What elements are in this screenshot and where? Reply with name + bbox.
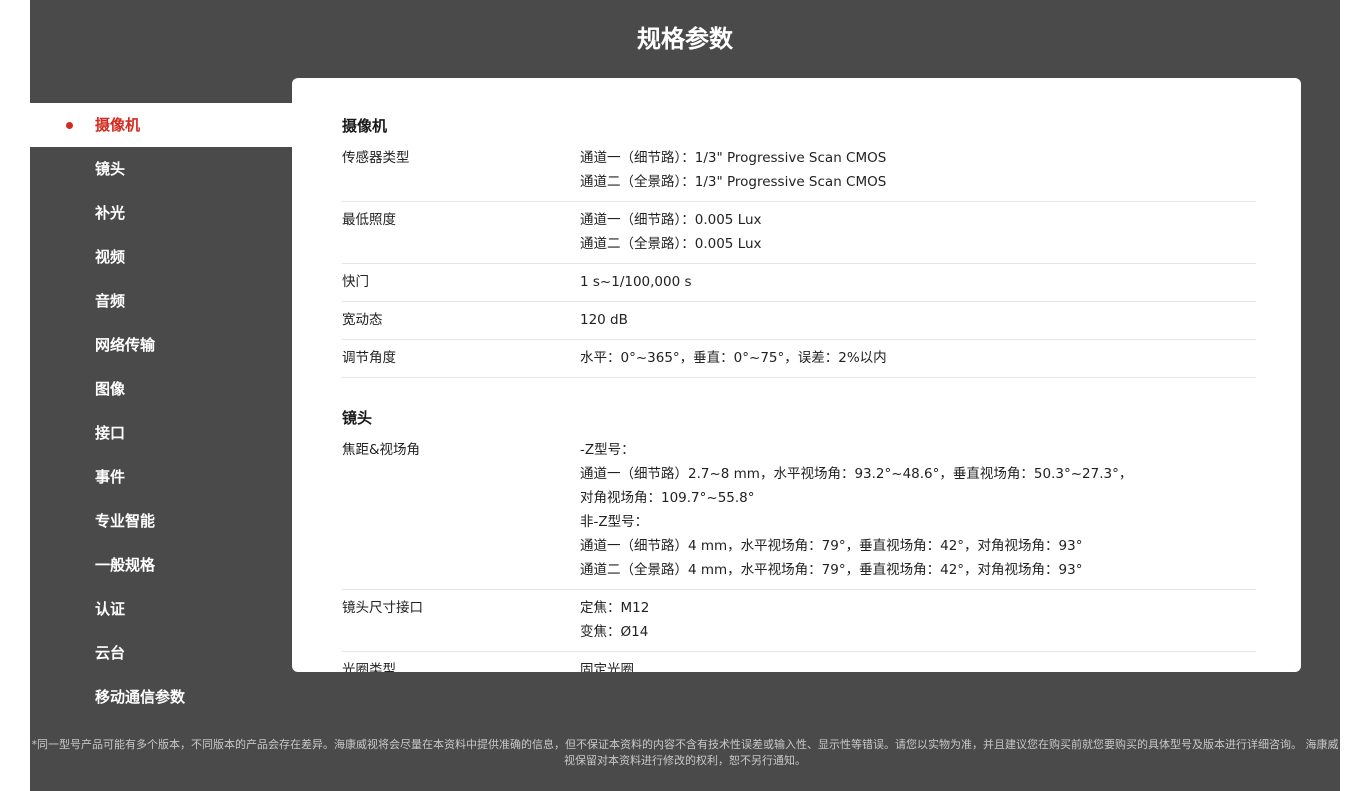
spec-value-line: 通道一（细节路）：1/3" Progressive Scan CMOS (580, 150, 887, 166)
spec-value-line: 水平：0°~365°，垂直：0°~75°，误差：2%以内 (580, 350, 887, 366)
section-title: 镜头 (342, 409, 373, 427)
sidebar-item[interactable]: 镜头 (30, 147, 292, 191)
spec-row: 快门 1 s~1/100,000 s (342, 264, 1256, 302)
spec-label: 镜头尺寸接口 (342, 600, 423, 616)
spec-values: 1 s~1/100,000 s (580, 270, 1256, 294)
sidebar-item[interactable]: 音频 (30, 279, 292, 323)
page-title: 规格参数 (637, 25, 733, 53)
sidebar-item[interactable]: 事件 (30, 455, 292, 499)
sidebar-item[interactable]: 补光 (30, 191, 292, 235)
spec-label: 最低照度 (342, 212, 396, 228)
spec-row: 光圈类型 固定光圈 (342, 652, 1256, 672)
sidebar-item-label: 专业智能 (95, 512, 156, 530)
spec-value-line: 通道一（细节路）2.7~8 mm，水平视场角：93.2°~48.6°，垂直视场角… (580, 466, 1133, 482)
spec-value-line: 通道二（全景路）4 mm，水平视场角：79°，垂直视场角：42°，对角视场角：9… (580, 562, 1083, 578)
spec-label: 焦距&视场角 (342, 442, 421, 458)
sidebar-item[interactable]: 认证 (30, 587, 292, 631)
sidebar-item-label: 云台 (95, 644, 126, 662)
spec-value-line: -Z型号： (580, 442, 635, 458)
spec-value-line: 通道二（全景路）：1/3" Progressive Scan CMOS (580, 174, 887, 190)
spec-label: 传感器类型 (342, 150, 410, 166)
spec-label: 快门 (342, 274, 369, 290)
sidebar-item-label: 图像 (95, 380, 126, 398)
spec-values: 定焦：M12 变焦：Ø14 (580, 596, 1256, 644)
spec-value-line: 通道一（细节路）：0.005 Lux (580, 212, 762, 228)
spec-row: 调节角度 水平：0°~365°，垂直：0°~75°，误差：2%以内 (342, 340, 1256, 378)
sidebar-item-label: 视频 (95, 248, 126, 266)
sidebar-item-label: 音频 (95, 292, 126, 310)
section-title: 摄像机 (342, 117, 388, 135)
active-dot-icon (66, 122, 73, 129)
spec-value-line: 对角视场角：109.7°~55.8° (580, 490, 755, 506)
spec-section: 镜头焦距&视场角 -Z型号： 通道一（细节路）2.7~8 mm，水平视场角：93.2… (342, 406, 1256, 672)
sidebar-nav: 摄像机镜头补光视频音频网络传输图像接口事件专业智能一般规格认证云台移动通信参数 (30, 103, 292, 719)
spec-card: 摄像机传感器类型 通道一（细节路）：1/3" Progressive Scan C… (292, 78, 1301, 672)
sidebar-item-label: 事件 (95, 468, 126, 486)
sidebar-item[interactable]: 专业智能 (30, 499, 292, 543)
spec-value-line: 固定光圈 (580, 662, 634, 672)
spec-label: 调节角度 (342, 350, 396, 366)
spec-value-line: 非-Z型号： (580, 514, 649, 530)
spec-values: 通道一（细节路）：1/3" Progressive Scan CMOS 通道二（全… (580, 146, 1256, 194)
spec-value-line: 定焦：M12 (580, 600, 650, 616)
spec-values: -Z型号： 通道一（细节路）2.7~8 mm，水平视场角：93.2°~48.6°，… (580, 438, 1256, 582)
sidebar-item[interactable]: 移动通信参数 (30, 675, 292, 719)
sidebar-item-label: 认证 (95, 600, 126, 618)
spec-row: 焦距&视场角 -Z型号： 通道一（细节路）2.7~8 mm，水平视场角：93.2°~… (342, 432, 1256, 590)
sidebar-item-label: 网络传输 (95, 336, 156, 354)
sidebar-item-label: 补光 (95, 204, 126, 222)
sidebar-item-label: 摄像机 (95, 116, 141, 134)
spec-sections: 摄像机传感器类型 通道一（细节路）：1/3" Progressive Scan C… (342, 114, 1256, 672)
spec-row: 宽动态 120 dB (342, 302, 1256, 340)
spec-row: 镜头尺寸接口 定焦：M12 变焦：Ø14 (342, 590, 1256, 652)
spec-values: 120 dB (580, 308, 1256, 332)
spec-section: 摄像机传感器类型 通道一（细节路）：1/3" Progressive Scan C… (342, 114, 1256, 378)
sidebar-item[interactable]: 摄像机 (30, 103, 292, 147)
spec-value-line: 通道二（全景路）：0.005 Lux (580, 236, 762, 252)
sidebar-item[interactable]: 接口 (30, 411, 292, 455)
spec-value-line: 120 dB (580, 312, 628, 328)
sidebar-item-label: 一般规格 (95, 556, 156, 574)
sidebar-item-label: 接口 (95, 424, 126, 442)
spec-row: 最低照度 通道一（细节路）：0.005 Lux 通道二（全景路）：0.005 Lux (342, 202, 1256, 264)
sidebar-item[interactable]: 视频 (30, 235, 292, 279)
spec-value-line: 变焦：Ø14 (580, 624, 649, 640)
spec-row: 传感器类型 通道一（细节路）：1/3" Progressive Scan CMOS… (342, 140, 1256, 202)
spec-value-line: 通道一（细节路）4 mm，水平视场角：79°，垂直视场角：42°，对角视场角：9… (580, 538, 1083, 554)
spec-values: 水平：0°~365°，垂直：0°~75°，误差：2%以内 (580, 346, 1256, 370)
spec-label: 光圈类型 (342, 662, 396, 672)
spec-values: 固定光圈 (580, 658, 1256, 672)
sidebar-item-label: 移动通信参数 (95, 688, 186, 706)
sidebar-item[interactable]: 云台 (30, 631, 292, 675)
sidebar-item[interactable]: 网络传输 (30, 323, 292, 367)
sidebar-item-label: 镜头 (95, 160, 126, 178)
spec-value-line: 1 s~1/100,000 s (580, 274, 692, 290)
spec-values: 通道一（细节路）：0.005 Lux 通道二（全景路）：0.005 Lux (580, 208, 1256, 256)
sidebar-item[interactable]: 一般规格 (30, 543, 292, 587)
spec-label: 宽动态 (342, 312, 383, 328)
sidebar-item[interactable]: 图像 (30, 367, 292, 411)
disclaimer-footer: *同一型号产品可能有多个版本，不同版本的产品会存在差异。海康威视将会尽量在本资料… (31, 738, 1339, 767)
